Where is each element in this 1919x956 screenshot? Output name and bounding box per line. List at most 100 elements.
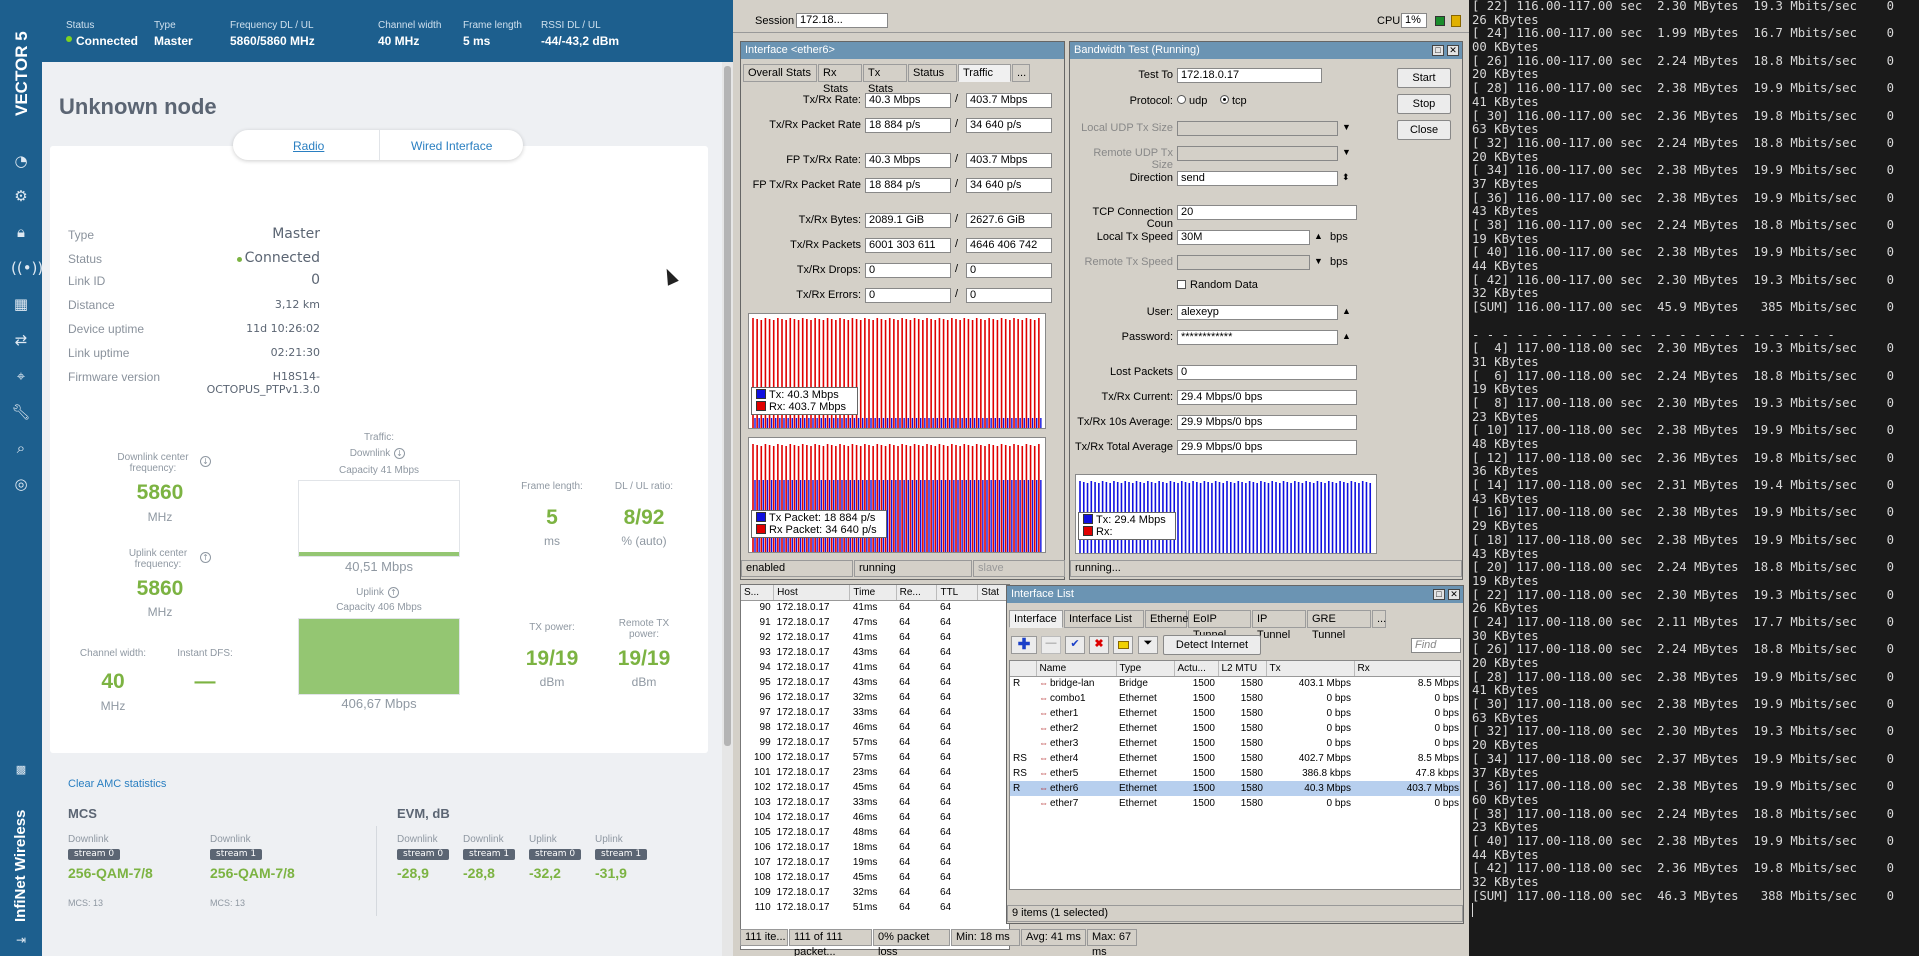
radio-icon[interactable]: ((•)) <box>11 258 43 278</box>
filter-icon[interactable]: ⏷ <box>1138 636 1158 654</box>
ping-row[interactable]: 106 172.18.0.17 18ms 64 64 <box>741 840 1009 855</box>
lost-packets-input[interactable]: 0 <box>1177 365 1357 380</box>
iflist-row[interactable]: ⇔ ether7 Ethernet 1500 1580 0 bps 0 bps <box>1010 796 1460 811</box>
iflist-column-header[interactable]: Actu... <box>1174 661 1219 677</box>
remote-tx-speed-input[interactable] <box>1177 255 1310 270</box>
ping-row[interactable]: 96 172.18.0.17 32ms 64 64 <box>741 690 1009 705</box>
ping-column-header[interactable]: TTL <box>936 585 979 601</box>
ping-row[interactable]: 104 172.18.0.17 46ms 64 64 <box>741 810 1009 825</box>
target-icon[interactable]: ◎ <box>11 474 31 494</box>
iflist-row[interactable]: RS ⇔ ether4 Ethernet 1500 1580 402.7 Mbps 8.5 M… <box>1010 751 1460 766</box>
wrench-icon[interactable]: 🔧︎ <box>11 402 31 422</box>
user-input[interactable]: alexeyp <box>1177 305 1338 320</box>
tcp-connection-count-input[interactable]: 20 <box>1177 205 1357 220</box>
remove-icon[interactable]: — <box>1041 636 1061 654</box>
ping-column-header[interactable]: Host <box>773 585 851 601</box>
iflist-row[interactable]: R ⇔ bridge-lan Bridge 1500 1580 403.1 Mbps 8.5 … <box>1010 676 1460 691</box>
stop-button[interactable]: Stop <box>1397 94 1451 114</box>
logout-icon[interactable]: ⇥ <box>11 930 31 950</box>
iflist-column-header[interactable]: Rx <box>1354 661 1460 677</box>
find-input[interactable]: Find <box>1411 638 1461 653</box>
clear-amc-link[interactable]: Clear AMC statistics <box>68 778 166 790</box>
iflist-row[interactable]: R ⇔ ether6 Ethernet 1500 1580 40.3 Mbps 403.7 M… <box>1010 781 1460 796</box>
radio-tcp[interactable]: tcp <box>1220 95 1247 107</box>
ping-row[interactable]: 109 172.18.0.17 32ms 64 64 <box>741 885 1009 900</box>
ping-row[interactable]: 100 172.18.0.17 57ms 64 64 <box>741 750 1009 765</box>
tx-rx-10s-average-input[interactable]: 29.9 Mbps/0 bps <box>1177 415 1357 430</box>
tab-tx-stats[interactable]: Tx Stats <box>863 64 907 95</box>
tx-rx-total-average-input[interactable]: 29.9 Mbps/0 bps <box>1177 440 1357 455</box>
iflist-row[interactable]: ⇔ ether2 Ethernet 1500 1580 0 bps 0 bps <box>1010 721 1460 736</box>
ping-row[interactable]: 98 172.18.0.17 46ms 64 64 <box>741 720 1009 735</box>
iflist-column-header[interactable]: Tx <box>1266 661 1355 677</box>
ping-row[interactable]: 92 172.18.0.17 41ms 64 64 <box>741 630 1009 645</box>
disable-icon[interactable]: ✖ <box>1089 636 1109 654</box>
iflist-column-header[interactable]: Type <box>1116 661 1175 677</box>
ping-row[interactable]: 99 172.18.0.17 57ms 64 64 <box>741 735 1009 750</box>
comment-icon[interactable] <box>1113 636 1133 654</box>
local-udp-size-input[interactable] <box>1177 121 1338 136</box>
iflist-column-header[interactable]: Name <box>1036 661 1117 677</box>
tx-rx-current-input[interactable]: 29.4 Mbps/0 bps <box>1177 390 1357 405</box>
iflist-row[interactable]: ⇔ ether1 Ethernet 1500 1580 0 bps 0 bps <box>1010 706 1460 721</box>
tab-wired-interface[interactable]: Wired Interface <box>411 139 492 153</box>
flag-icon[interactable]: ▩ <box>11 760 31 780</box>
dropdown-arrow-icon[interactable]: ⬍ <box>1342 172 1350 183</box>
tab-interface-list[interactable]: Interface List <box>1064 610 1144 628</box>
local-tx-speed-input[interactable]: 30M <box>1177 230 1310 245</box>
session-field[interactable]: 172.18... <box>796 13 888 28</box>
dropdown-arrow-icon[interactable]: ▼ <box>1342 147 1351 157</box>
test-to-input[interactable]: 172.18.0.17 <box>1177 68 1322 83</box>
start-button[interactable]: Start <box>1397 68 1451 88</box>
transfer-icon[interactable]: ⇄ <box>11 330 31 350</box>
dropdown-arrow-icon[interactable]: ▲ <box>1342 331 1351 341</box>
tab-eoip-tunnel[interactable]: EoIP Tunnel <box>1188 610 1251 641</box>
maximize-button[interactable]: □ <box>1432 45 1444 56</box>
dropdown-arrow-icon[interactable]: ▲ <box>1342 306 1351 316</box>
tab--[interactable]: ... <box>1372 610 1386 628</box>
dropdown-arrow-icon[interactable]: ▼ <box>1342 122 1351 132</box>
tab-rx-stats[interactable]: Rx Stats <box>818 64 862 95</box>
remote-udp-size-input[interactable] <box>1177 146 1338 161</box>
dropdown-arrow-icon[interactable]: ▼ <box>1314 256 1323 266</box>
scrollbar[interactable] <box>722 62 733 956</box>
tab-radio[interactable]: Radio <box>293 139 324 153</box>
terminal[interactable]: [ 22] 116.00-117.00 sec 2.30 MBytes 19.3… <box>1469 0 1919 956</box>
tab-overall-stats[interactable]: Overall Stats <box>743 64 817 82</box>
dropdown-arrow-icon[interactable]: ▲ <box>1314 231 1323 241</box>
ping-row[interactable]: 108 172.18.0.17 45ms 64 64 <box>741 870 1009 885</box>
tab-status[interactable]: Status <box>908 64 957 82</box>
ping-row[interactable]: 103 172.18.0.17 33ms 64 64 <box>741 795 1009 810</box>
dashboard-icon[interactable]: ◔ <box>11 151 31 171</box>
detect-internet-button[interactable]: Detect Internet <box>1163 635 1261 655</box>
ping-row[interactable]: 97 172.18.0.17 33ms 64 64 <box>741 705 1009 720</box>
iflist-row[interactable]: RS ⇔ ether5 Ethernet 1500 1580 386.8 kbps 47.8 … <box>1010 766 1460 781</box>
gear-icon[interactable]: ⚙ <box>11 186 31 206</box>
tab-ip-tunnel[interactable]: IP Tunnel <box>1252 610 1306 641</box>
enable-icon[interactable]: ✔ <box>1065 636 1085 654</box>
maximize-button[interactable]: □ <box>1433 589 1445 600</box>
ping-row[interactable]: 110 172.18.0.17 51ms 64 64 <box>741 900 1009 915</box>
iflist-column-header[interactable]: L2 MTU <box>1218 661 1267 677</box>
tab-gre-tunnel[interactable]: GRE Tunnel <box>1307 610 1371 641</box>
password-input[interactable]: ************ <box>1177 330 1338 345</box>
ping-row[interactable]: 102 172.18.0.17 45ms 64 64 <box>741 780 1009 795</box>
search-icon[interactable]: ⌕ <box>11 438 31 458</box>
ping-row[interactable]: 107 172.18.0.17 19ms 64 64 <box>741 855 1009 870</box>
ping-row[interactable]: 93 172.18.0.17 43ms 64 64 <box>741 645 1009 660</box>
tab-traffic[interactable]: Traffic <box>958 64 1011 82</box>
ping-row[interactable]: 94 172.18.0.17 41ms 64 64 <box>741 660 1009 675</box>
telescope-icon[interactable]: ⌖ <box>11 366 31 386</box>
ping-row[interactable]: 105 172.18.0.17 48ms 64 64 <box>741 825 1009 840</box>
tab-ethernet[interactable]: Ethernet <box>1145 610 1192 628</box>
add-icon[interactable]: ✚ <box>1011 636 1037 654</box>
close-window-button[interactable]: ✕ <box>1447 45 1459 56</box>
ping-row[interactable]: 91 172.18.0.17 47ms 64 64 <box>741 615 1009 630</box>
close-window-button[interactable]: ✕ <box>1448 589 1460 600</box>
ping-column-header[interactable]: Time <box>849 585 897 601</box>
close-button[interactable]: Close <box>1397 120 1451 140</box>
iflist-row[interactable]: ⇔ ether3 Ethernet 1500 1580 0 bps 0 bps <box>1010 736 1460 751</box>
ping-row[interactable]: 90 172.18.0.17 41ms 64 64 <box>741 600 1009 615</box>
network-icon[interactable]: ▦ <box>11 294 31 314</box>
tab--[interactable]: ... <box>1012 64 1030 82</box>
